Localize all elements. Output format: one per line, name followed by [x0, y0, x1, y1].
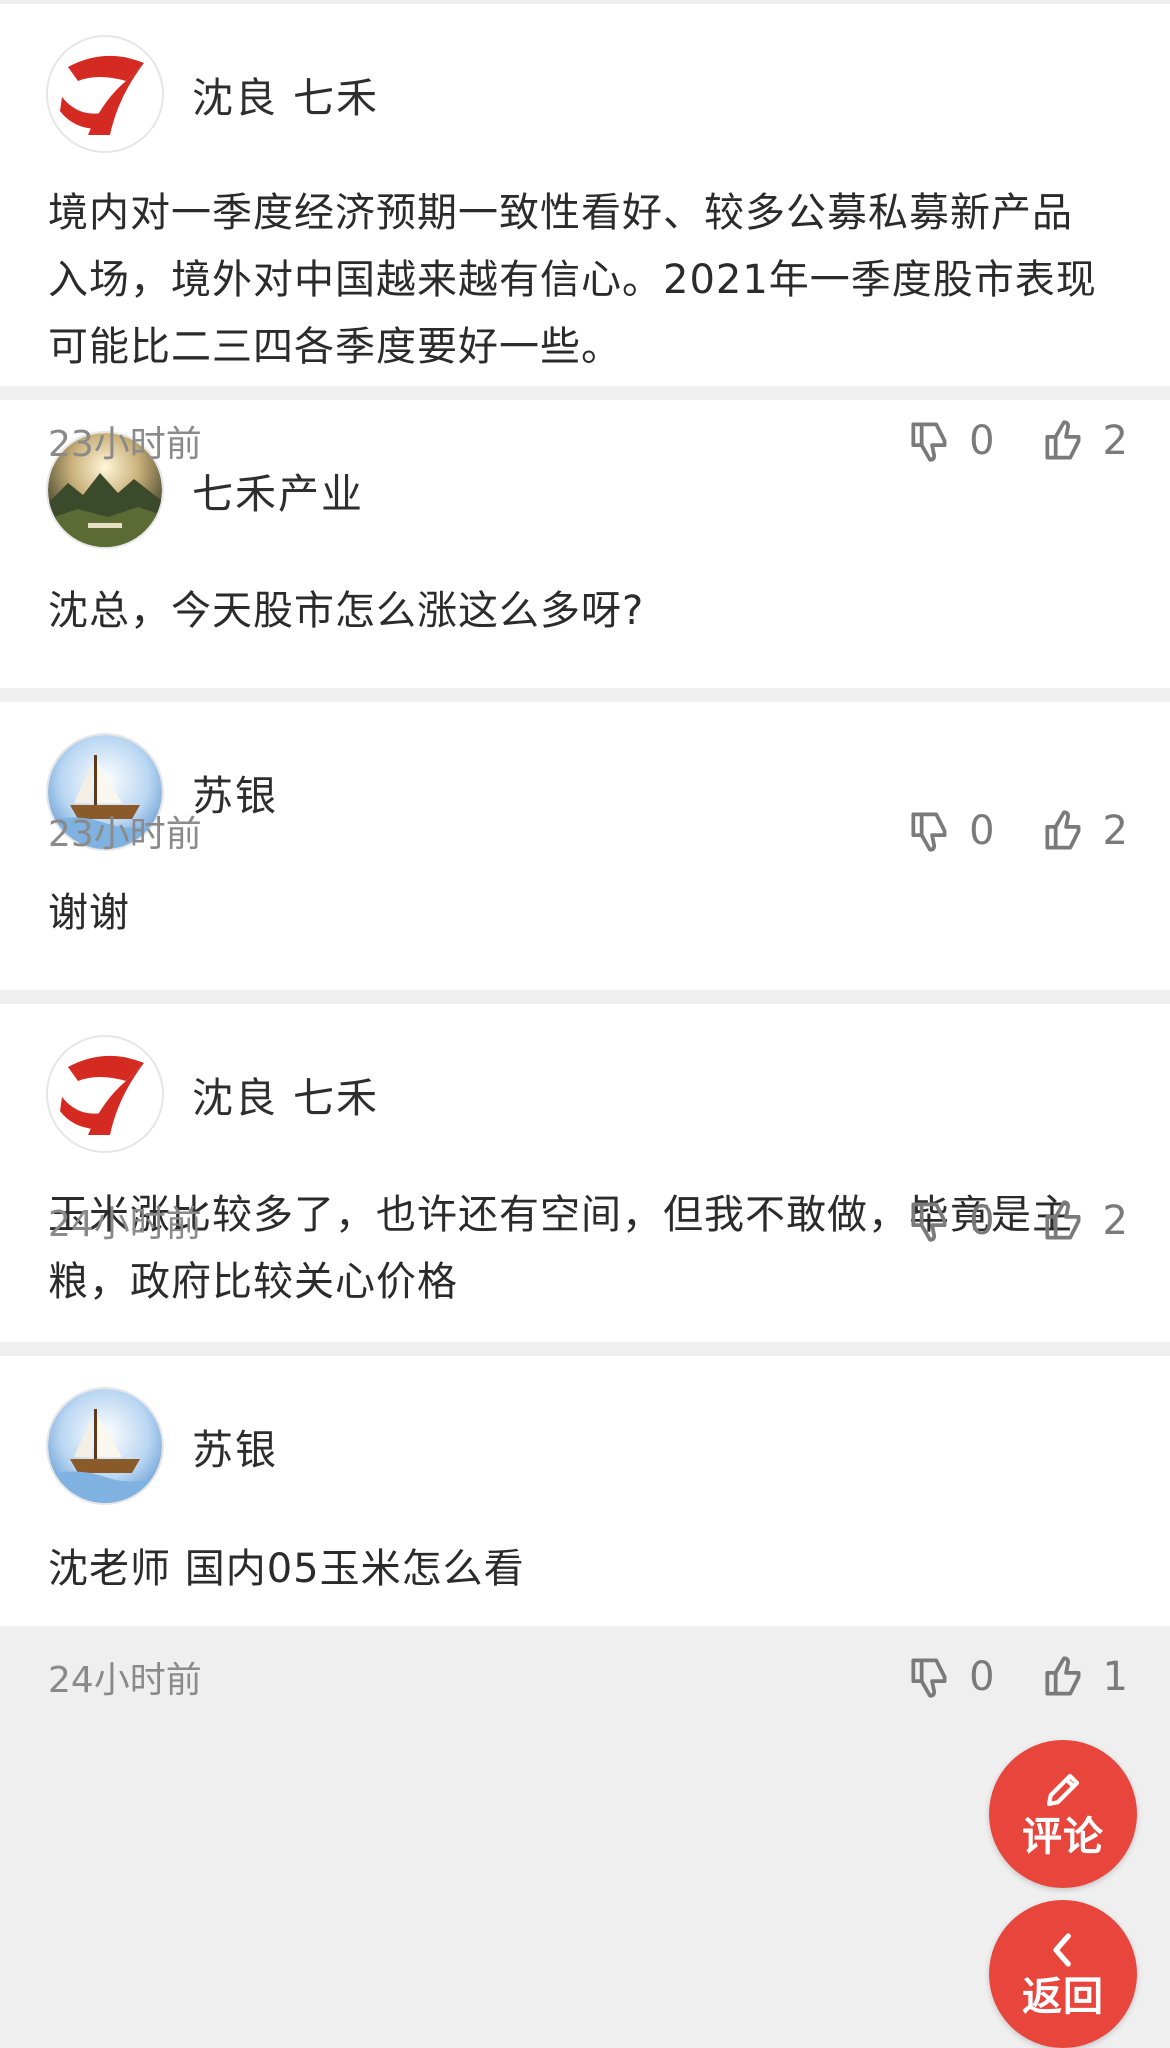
like-count: 1: [1102, 1654, 1128, 1700]
dislike-count: 0: [969, 808, 995, 854]
comment-time: 24小时前: [48, 1204, 202, 1245]
dislike-count: 0: [969, 1654, 995, 1700]
comment-meta: 23小时前 0 2: [48, 413, 1128, 469]
comment-time: 23小时前: [48, 814, 202, 855]
comment-header: 沈良 七禾: [48, 1036, 379, 1152]
comment-header: 苏银: [48, 1388, 278, 1504]
back-fab-button[interactable]: 返回: [989, 1900, 1137, 2048]
comment-card: 沈良 七禾 境内对一季度经济预期一致性看好、较多公募私募新产品入场，境外对中国越…: [0, 4, 1170, 386]
comment-username[interactable]: 沈良 七禾: [192, 1064, 379, 1124]
back-fab-label: 返回: [1022, 1974, 1104, 2020]
like-button[interactable]: 2: [1039, 806, 1128, 856]
like-button[interactable]: 2: [1039, 416, 1128, 466]
pencil-icon: [1046, 1773, 1080, 1807]
thumbs-down-icon: [911, 812, 947, 852]
comment-text: 谢谢: [48, 890, 130, 936]
sailing-ship-avatar[interactable]: [48, 1389, 162, 1503]
comment-text: 沈老师 国内05玉米怎么看: [48, 1546, 525, 1592]
dislike-count: 0: [969, 1198, 995, 1244]
thumbs-up-icon: [1045, 420, 1081, 460]
comment-actions: 0 1: [905, 1652, 1128, 1702]
dislike-button[interactable]: 0: [905, 806, 995, 856]
thumbs-down-icon: [911, 1658, 947, 1698]
comment-text: 境内对一季度经济预期一致性看好、较多公募私募新产品入场，境外对中国越来越有信心。…: [48, 190, 1097, 370]
comment-card: 苏银 沈老师 国内05玉米怎么看: [0, 1356, 1170, 1626]
dislike-button[interactable]: 0: [905, 1196, 995, 1246]
dislike-button[interactable]: 0: [905, 1652, 995, 1702]
dislike-count: 0: [969, 418, 995, 464]
thumbs-up-icon: [1045, 1656, 1081, 1696]
comment-actions: 0 2: [905, 1196, 1128, 1246]
like-count: 2: [1102, 1198, 1128, 1244]
comment-username[interactable]: 七禾产业: [192, 460, 364, 520]
thumbs-up-icon: [1045, 810, 1081, 850]
comment-username[interactable]: 苏银: [192, 1416, 278, 1476]
thumbs-down-icon: [911, 1202, 947, 1242]
comment-meta: 24小时前 0 2: [48, 1193, 1128, 1249]
comment-fab-label: 评论: [1022, 1814, 1104, 1860]
comment-actions: 0 2: [905, 806, 1128, 856]
qihe-logo-avatar[interactable]: [48, 1037, 162, 1151]
comment-meta: 24小时前 0 1: [48, 1649, 1128, 1705]
chevron-left-icon: [1053, 1933, 1071, 1967]
comment-username[interactable]: 沈良 七禾: [192, 64, 379, 124]
like-button[interactable]: 2: [1039, 1196, 1128, 1246]
comment-actions: 0 2: [905, 416, 1128, 466]
like-button[interactable]: 1: [1039, 1652, 1128, 1702]
like-count: 2: [1102, 808, 1128, 854]
thumbs-down-icon: [911, 422, 947, 462]
thumbs-up-icon: [1045, 1200, 1081, 1240]
comment-card: 沈良 七禾 玉米涨比较多了，也许还有空间，但我不敢做，毕竟是主粮，政府比较关心价…: [0, 1004, 1170, 1342]
comment-time: 24小时前: [48, 1660, 202, 1701]
comment-header: 沈良 七禾: [48, 36, 379, 152]
comment-time: 23小时前: [48, 424, 202, 465]
comment-fab-button[interactable]: 评论: [989, 1740, 1137, 1888]
comment-text: 沈总，今天股市怎么涨这么多呀?: [48, 588, 645, 634]
comment-meta: 23小时前 0 2: [48, 803, 1128, 859]
like-count: 2: [1102, 418, 1128, 464]
dislike-button[interactable]: 0: [905, 416, 995, 466]
qihe-logo-avatar[interactable]: [48, 37, 162, 151]
